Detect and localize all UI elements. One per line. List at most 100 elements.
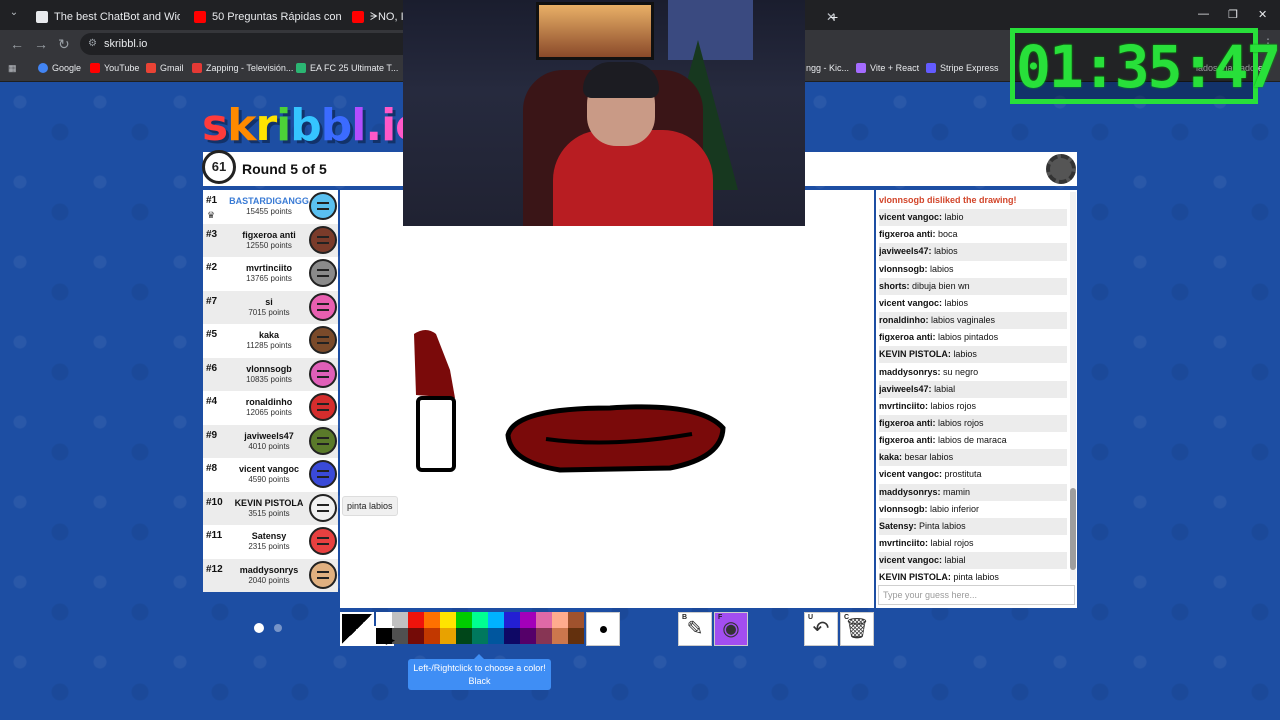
bookmark-youtube[interactable]: YouTube bbox=[90, 63, 139, 73]
forward-icon[interactable]: → bbox=[34, 36, 48, 52]
player-points: 12065 points bbox=[246, 408, 292, 417]
chat-scrollbar-thumb[interactable] bbox=[1070, 488, 1076, 570]
color-swatch[interactable] bbox=[424, 628, 440, 644]
tv-icon bbox=[192, 63, 202, 73]
color-swatch[interactable] bbox=[424, 612, 440, 628]
message-user: javiweels47: bbox=[879, 246, 932, 257]
bookmark-label: EA FC 25 Ultimate T... bbox=[310, 63, 399, 73]
browser-tab[interactable]: 50 Preguntas Rápidas con Resp ✕ bbox=[186, 4, 342, 30]
player-row[interactable]: #7 si 7015 points bbox=[203, 290, 338, 324]
browser-tab[interactable]: The best ChatBot and Widgets ✕ bbox=[28, 4, 180, 30]
color-swatch[interactable] bbox=[472, 628, 488, 644]
player-row[interactable]: #9 javiweels47 4010 points bbox=[203, 424, 338, 458]
bookmark-google[interactable]: Google bbox=[38, 63, 81, 73]
color-swatch[interactable] bbox=[472, 612, 488, 628]
message-text: mamin bbox=[943, 486, 971, 497]
chat-message: kaka: besar labios bbox=[879, 449, 1067, 467]
color-swatch[interactable] bbox=[392, 612, 408, 628]
bookmark-vite[interactable]: Vite + React bbox=[856, 63, 919, 73]
shortcut-key: B bbox=[682, 614, 688, 621]
pencil-tool-button[interactable]: B ✎ bbox=[678, 612, 712, 646]
bookmark-gmail[interactable]: Gmail bbox=[146, 63, 184, 73]
color-swatch[interactable] bbox=[568, 628, 584, 644]
color-swatch[interactable] bbox=[568, 612, 584, 628]
message-user: vicent vangoc: bbox=[879, 212, 943, 223]
player-row[interactable]: #8 vicent vangoc 4590 points bbox=[203, 458, 338, 492]
color-swatch[interactable] bbox=[536, 628, 552, 644]
color-swatch[interactable] bbox=[536, 612, 552, 628]
youtube-icon bbox=[194, 11, 206, 23]
color-swatch[interactable] bbox=[520, 628, 536, 644]
settings-gear-icon[interactable] bbox=[1046, 154, 1076, 184]
bookmark-stripe[interactable]: Stripe Express bbox=[926, 63, 999, 73]
close-window-icon[interactable]: ✕ bbox=[1258, 8, 1267, 21]
color-swatch[interactable] bbox=[504, 612, 520, 628]
player-points: 13765 points bbox=[246, 274, 292, 283]
player-name: vlonnsogb bbox=[246, 363, 292, 374]
page-dot[interactable] bbox=[274, 624, 282, 632]
player-avatar bbox=[309, 192, 337, 220]
player-name: Satensy bbox=[251, 531, 287, 541]
page-dot-active[interactable] bbox=[254, 623, 264, 633]
reload-icon[interactable]: ↻ bbox=[58, 36, 70, 53]
player-row[interactable]: #2 mvrtinciito 13765 points bbox=[203, 257, 338, 291]
player-row[interactable]: #5 kaka 11285 points bbox=[203, 324, 338, 358]
back-icon[interactable]: ← bbox=[10, 36, 24, 52]
player-rank: #10 bbox=[206, 496, 223, 508]
player-list: #1 ♛ BASTARDIGANGG 15455 points #3 figxeroa a… bbox=[203, 190, 338, 592]
player-points: 3515 points bbox=[248, 508, 290, 518]
lipstick-tube bbox=[416, 396, 456, 472]
color-swatch[interactable] bbox=[456, 628, 472, 644]
fill-tool-button[interactable]: F ◉ bbox=[714, 612, 748, 646]
undo-button[interactable]: U ↶ bbox=[804, 612, 838, 646]
player-row[interactable]: #1 ♛ BASTARDIGANGG 15455 points bbox=[203, 190, 338, 224]
new-tab-icon[interactable]: + bbox=[822, 4, 842, 30]
guess-input[interactable] bbox=[878, 585, 1075, 605]
player-rank: #9 bbox=[206, 429, 218, 441]
player-row[interactable]: #6 vlonnsogb 10835 points bbox=[203, 357, 338, 391]
message-user: figxeroa anti: bbox=[879, 417, 936, 428]
player-row[interactable]: #3 figxeroa anti 12550 points bbox=[203, 223, 338, 257]
clear-button[interactable]: C 🗑 bbox=[840, 612, 874, 646]
apps-icon[interactable]: ▦ bbox=[8, 63, 17, 74]
color-swatch[interactable] bbox=[376, 612, 392, 628]
color-swatch[interactable] bbox=[440, 628, 456, 644]
color-swatch[interactable] bbox=[488, 628, 504, 644]
bookmark-kick[interactable]: ngg - Kic... bbox=[806, 63, 849, 73]
player-avatar bbox=[309, 326, 337, 354]
color-swatch[interactable] bbox=[552, 628, 568, 644]
player-row[interactable]: #4 ronaldinho 12065 points bbox=[203, 391, 338, 425]
message-text: labios bbox=[944, 297, 969, 308]
browser-tab[interactable]: ᗒNO, IM N bbox=[344, 4, 404, 30]
player-row[interactable]: #12 maddysonrys 2040 points bbox=[203, 558, 338, 592]
drawing-canvas[interactable] bbox=[340, 190, 874, 608]
color-swatch[interactable] bbox=[552, 612, 568, 628]
color-swatch[interactable] bbox=[408, 628, 424, 644]
color-swatch[interactable] bbox=[408, 612, 424, 628]
message-text: labial rojos bbox=[930, 538, 974, 548]
brush-size-selector[interactable] bbox=[586, 612, 620, 646]
maximize-icon[interactable]: ❐ bbox=[1228, 8, 1238, 21]
streamer-hair bbox=[583, 62, 659, 98]
player-name: ronaldinho bbox=[245, 397, 293, 407]
player-points: 2315 points bbox=[248, 542, 290, 551]
color-swatch[interactable] bbox=[456, 612, 472, 628]
player-points: 11285 points bbox=[246, 341, 292, 350]
player-row[interactable]: #11 Satensy 2315 points bbox=[203, 525, 338, 559]
color-swatch[interactable] bbox=[520, 612, 536, 628]
color-swatch[interactable] bbox=[504, 628, 520, 644]
message-text: besar labios bbox=[904, 452, 954, 463]
minimize-icon[interactable]: — bbox=[1198, 8, 1209, 20]
tooltip-color-name: Black bbox=[468, 676, 491, 686]
message-user: figxeroa anti: bbox=[879, 229, 936, 240]
color-swatch[interactable] bbox=[440, 612, 456, 628]
bookmark-zapping[interactable]: Zapping - Televisión... bbox=[192, 63, 293, 73]
color-swatch[interactable] bbox=[488, 612, 504, 628]
message-text: boca bbox=[938, 229, 958, 240]
stream-timer: 01:35:47 bbox=[1016, 33, 1280, 101]
bookmark-futbin[interactable]: EA FC 25 Ultimate T... bbox=[296, 63, 398, 73]
player-row[interactable]: #10 KEVIN PISTOLA 3515 points bbox=[203, 491, 338, 525]
site-info-icon[interactable]: ⚙ bbox=[88, 33, 97, 55]
tab-search-icon[interactable]: ⌄ bbox=[6, 7, 22, 23]
player-rank: #6 bbox=[206, 362, 218, 374]
